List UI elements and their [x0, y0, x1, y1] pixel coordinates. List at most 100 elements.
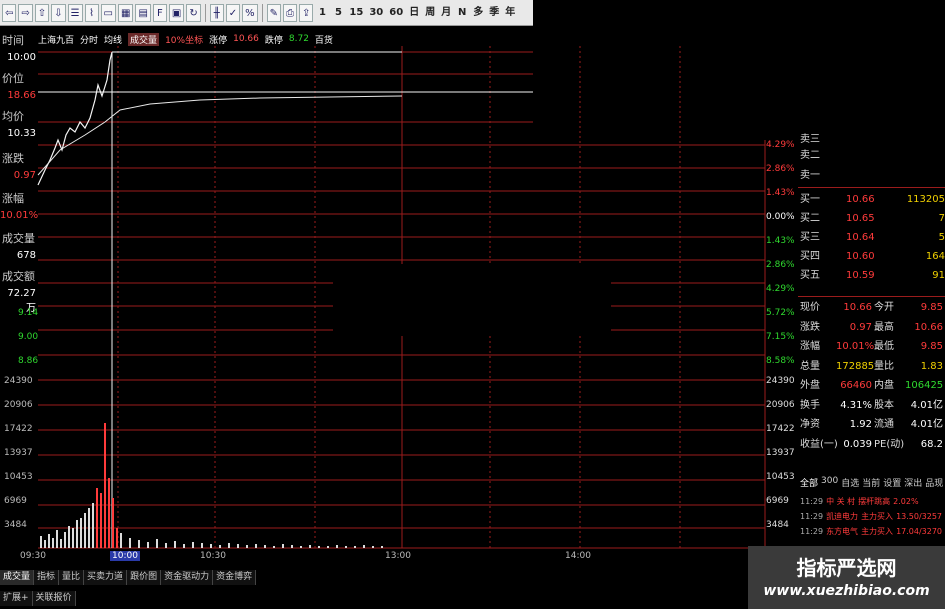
volume-bar — [255, 544, 257, 548]
pct-tick: 2.86% — [766, 164, 795, 174]
watch-time: 11:29 — [800, 527, 824, 536]
volume-bar — [282, 544, 284, 548]
watch-val: 2.02% — [893, 497, 919, 506]
pct-tick: 4.29% — [766, 284, 795, 294]
volume-bar — [52, 538, 54, 548]
quote-label2-3: 量比 — [874, 360, 894, 372]
right-volume-tick: 10453 — [766, 472, 795, 482]
buy-price-1: 10.65 — [846, 213, 875, 224]
volume-bar — [219, 545, 221, 548]
pct-tick: 4.29% — [766, 140, 795, 150]
left-value-4: 10.01% — [0, 210, 39, 221]
watch-filter-tabs: 全部 300 自选 当前 设置 深出 品现 — [800, 476, 943, 489]
left-volume-tick: 13937 — [4, 448, 33, 458]
volume-bar — [147, 542, 149, 548]
quote-label-2: 涨幅 — [800, 341, 820, 352]
volume-bar — [120, 533, 122, 548]
filter-tab-6[interactable]: 品现 — [925, 476, 943, 489]
quote-value-0: 10.66 — [843, 302, 872, 313]
tab-4[interactable]: 跟价图 — [127, 570, 162, 585]
orderbook-divider — [798, 187, 945, 188]
right-volume-tick: 13937 — [766, 448, 795, 458]
left-price-tick: 9.14 — [18, 308, 39, 318]
volume-bar — [116, 528, 118, 548]
left-value-2: 10.33 — [7, 128, 36, 139]
filter-tab-0[interactable]: 全部 — [800, 476, 818, 489]
volume-bar — [246, 545, 248, 548]
volume-bar — [80, 518, 82, 548]
buy-vol-3: 164 — [925, 251, 945, 262]
right-volume-tick: 17422 — [766, 424, 795, 434]
ext-tab-0[interactable]: 扩展+ — [0, 591, 33, 606]
tab-1[interactable]: 指标 — [34, 570, 60, 585]
quote-label2-0: 今开 — [874, 302, 894, 313]
tab-5[interactable]: 资金驱动力 — [161, 570, 214, 585]
left-label-0: 时间 — [2, 34, 24, 47]
buy-vol-2: 5 — [938, 232, 945, 243]
volume-bar — [228, 543, 230, 548]
left-volume-tick: 6969 — [4, 496, 27, 506]
quote-label-4: 外盘 — [800, 380, 820, 391]
price-line — [37, 51, 113, 186]
volume-bar — [318, 546, 320, 548]
time-tick: 13:00 — [385, 551, 411, 561]
watch-row[interactable]: 11:29 中 关 村摆杆跳高 2.02% — [800, 496, 922, 508]
quote-label2-2: 最低 — [874, 341, 894, 352]
left-label-6: 成交额 — [2, 270, 35, 283]
volume-bar — [354, 546, 356, 548]
volume-bar — [108, 478, 110, 548]
quote-value2-1: 10.66 — [914, 321, 943, 333]
tab-6[interactable]: 资金博弈 — [213, 570, 257, 585]
quote-value2-4: 106425 — [905, 380, 944, 391]
ext-tab-1[interactable]: 关联报价 — [32, 591, 76, 606]
quote-label2-5: 股本 — [874, 399, 894, 411]
quote-value-6: 1.92 — [849, 419, 872, 430]
left-value-1: 18.66 — [7, 90, 36, 101]
volume-bar — [40, 536, 42, 548]
buy-label-3: 买四 — [800, 251, 820, 262]
filter-tab-2[interactable]: 自选 — [841, 476, 859, 489]
watch-event: 摆杆跳高 — [858, 497, 891, 506]
left-volume-tick: 10453 — [4, 472, 33, 482]
filter-tab-5[interactable]: 深出 — [904, 476, 922, 489]
buy-label-4: 买五 — [800, 270, 820, 281]
volume-bar — [96, 488, 98, 548]
quote-label2-4: 内盘 — [874, 380, 894, 391]
quote-label-6: 净资 — [800, 419, 820, 430]
buy-label-0: 买一 — [800, 194, 820, 205]
left-value-3: 0.97 — [13, 170, 36, 181]
quote-value-5: 4.31% — [840, 399, 872, 411]
quote-label-7: 收益(一) — [800, 438, 838, 450]
watch-name: 凯迪电力 — [826, 512, 859, 521]
tab-2[interactable]: 量比 — [59, 570, 85, 585]
filter-tab-3[interactable]: 当前 — [862, 476, 880, 489]
left-volume-tick: 24390 — [4, 376, 33, 386]
left-volume-tick: 3484 — [4, 520, 27, 530]
volume-bar — [44, 540, 46, 548]
pct-tick: 1.43% — [766, 236, 795, 246]
volume-bar — [210, 544, 212, 548]
filter-tab-4[interactable]: 设置 — [883, 476, 901, 489]
pct-tick: 2.86% — [766, 260, 795, 270]
volume-bar — [72, 528, 74, 548]
quote-value2-3: 1.83 — [920, 360, 943, 372]
sell-label-1: 卖一 — [800, 170, 820, 181]
watch-row[interactable]: 11:29 凯迪电力 主力买入 13.50/3257 — [800, 511, 945, 523]
quote-value2-7: 68.2 — [920, 438, 943, 450]
tab-0[interactable]: 成交量 — [0, 570, 35, 585]
volume-bar — [345, 546, 347, 548]
pct-tick: 0.00% — [766, 212, 795, 222]
time-tick: 10:30 — [200, 551, 226, 561]
watch-row[interactable]: 11:29 东方电气 主力买入 17.04/3270 — [800, 526, 945, 538]
banner-title: 指标严选网 — [796, 556, 897, 580]
time-tick: 14:00 — [565, 551, 591, 561]
volume-bar — [273, 546, 275, 548]
volume-bar — [129, 538, 131, 548]
filter-tab-1[interactable]: 300 — [821, 476, 838, 489]
banner-url: www.xuezhibiao.com — [763, 583, 930, 599]
tab-3[interactable]: 买卖力道 — [84, 570, 128, 585]
volume-bar — [201, 543, 203, 548]
watch-val: 13.50/3257 — [896, 512, 943, 521]
quote-value2-0: 9.85 — [920, 302, 943, 313]
buy-price-0: 10.66 — [846, 194, 875, 205]
